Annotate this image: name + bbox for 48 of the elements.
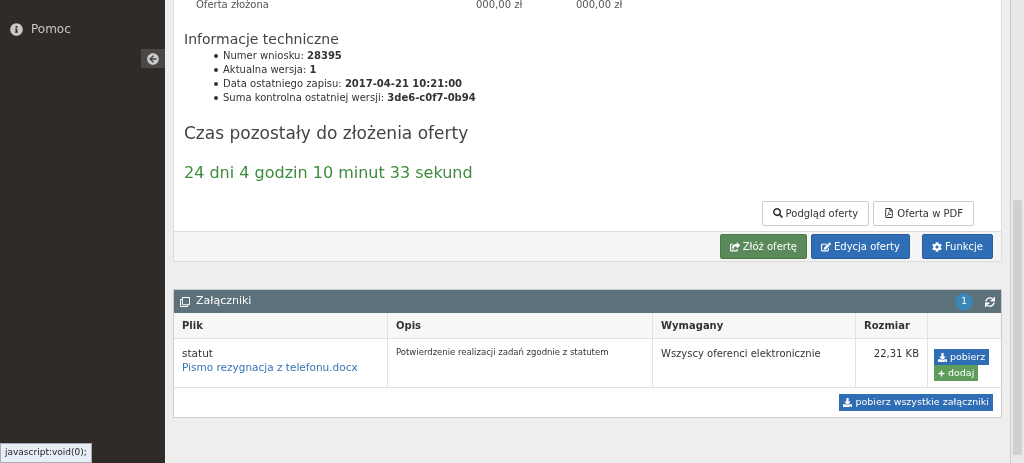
- bullet-icon: [214, 82, 218, 86]
- amount-text: 000,00 zł: [576, 0, 623, 10]
- download-all-button[interactable]: pobierz wszystkie załączniki: [839, 394, 993, 411]
- table-cell: 22,31 KB: [856, 339, 928, 388]
- table-cell: Potwierdzenie realizacji zadań zgodnie z statutem: [388, 339, 653, 388]
- amount-text: 000,00 zł: [476, 0, 524, 10]
- panel-title: Załączniki: [196, 293, 253, 310]
- edit-icon: [820, 241, 831, 252]
- bullet-icon: [214, 96, 218, 100]
- bullet-icon: [214, 54, 218, 58]
- arrow-left-icon: [147, 52, 159, 65]
- status-bar: javascript:void(0);: [0, 443, 92, 463]
- collapse-button[interactable]: [141, 49, 165, 68]
- countdown-text: 24 dni 4 godzin 10 minut 33 sekund: [184, 161, 474, 184]
- info-text: Suma kontrolna ostatniej wersji: 3de6-c0f7-0b94: [223, 91, 476, 105]
- view-button[interactable]: Podgląd oferty: [761, 200, 870, 226]
- view-button[interactable]: Oferta w PDF: [873, 200, 974, 226]
- bullet-icon: [214, 68, 218, 72]
- search-icon: [772, 208, 783, 218]
- refresh-icon[interactable]: [985, 296, 995, 307]
- document-icon: [884, 208, 895, 218]
- info-text: Numer wniosku: 28395: [223, 49, 342, 63]
- settings-icon: [931, 241, 942, 252]
- column-header: Wymagany: [653, 313, 856, 339]
- table-cell: Wszyscy oferenci elektronicznie: [653, 339, 856, 388]
- section-title: Informacje techniczne: [184, 30, 340, 48]
- add-button[interactable]: dodaj: [934, 365, 979, 381]
- download-icon: [938, 352, 947, 362]
- attachment-icon: [180, 296, 190, 307]
- file-link[interactable]: Pismo rezygnacja z telefonu.docx: [182, 361, 358, 373]
- count-badge: 1: [955, 292, 973, 311]
- download-button[interactable]: pobierz: [934, 349, 990, 365]
- action-button[interactable]: Złóż ofertę: [719, 234, 807, 259]
- offer-status-text: Oferta złożona: [196, 0, 270, 10]
- info-text: Aktualna wersja: 1: [223, 63, 317, 77]
- sidebar-item[interactable]: Pomoc: [0, 20, 165, 38]
- download-icon: [843, 398, 853, 407]
- plus-icon: [938, 369, 945, 377]
- file-label: statut: [182, 346, 214, 360]
- info-text: Data ostatniego zapisu: 2017-04-21 10:21:00: [223, 77, 463, 91]
- countdown-title: Czas pozostały do złożenia oferty: [184, 122, 470, 145]
- share-icon: [729, 241, 740, 252]
- action-button[interactable]: Edycja oferty: [810, 234, 910, 259]
- info-icon: [10, 22, 23, 36]
- column-header: Opis: [388, 313, 653, 339]
- column-header: Plik: [174, 313, 388, 339]
- action-button[interactable]: Funkcje: [921, 234, 993, 259]
- column-header: Rozmiar: [856, 313, 928, 339]
